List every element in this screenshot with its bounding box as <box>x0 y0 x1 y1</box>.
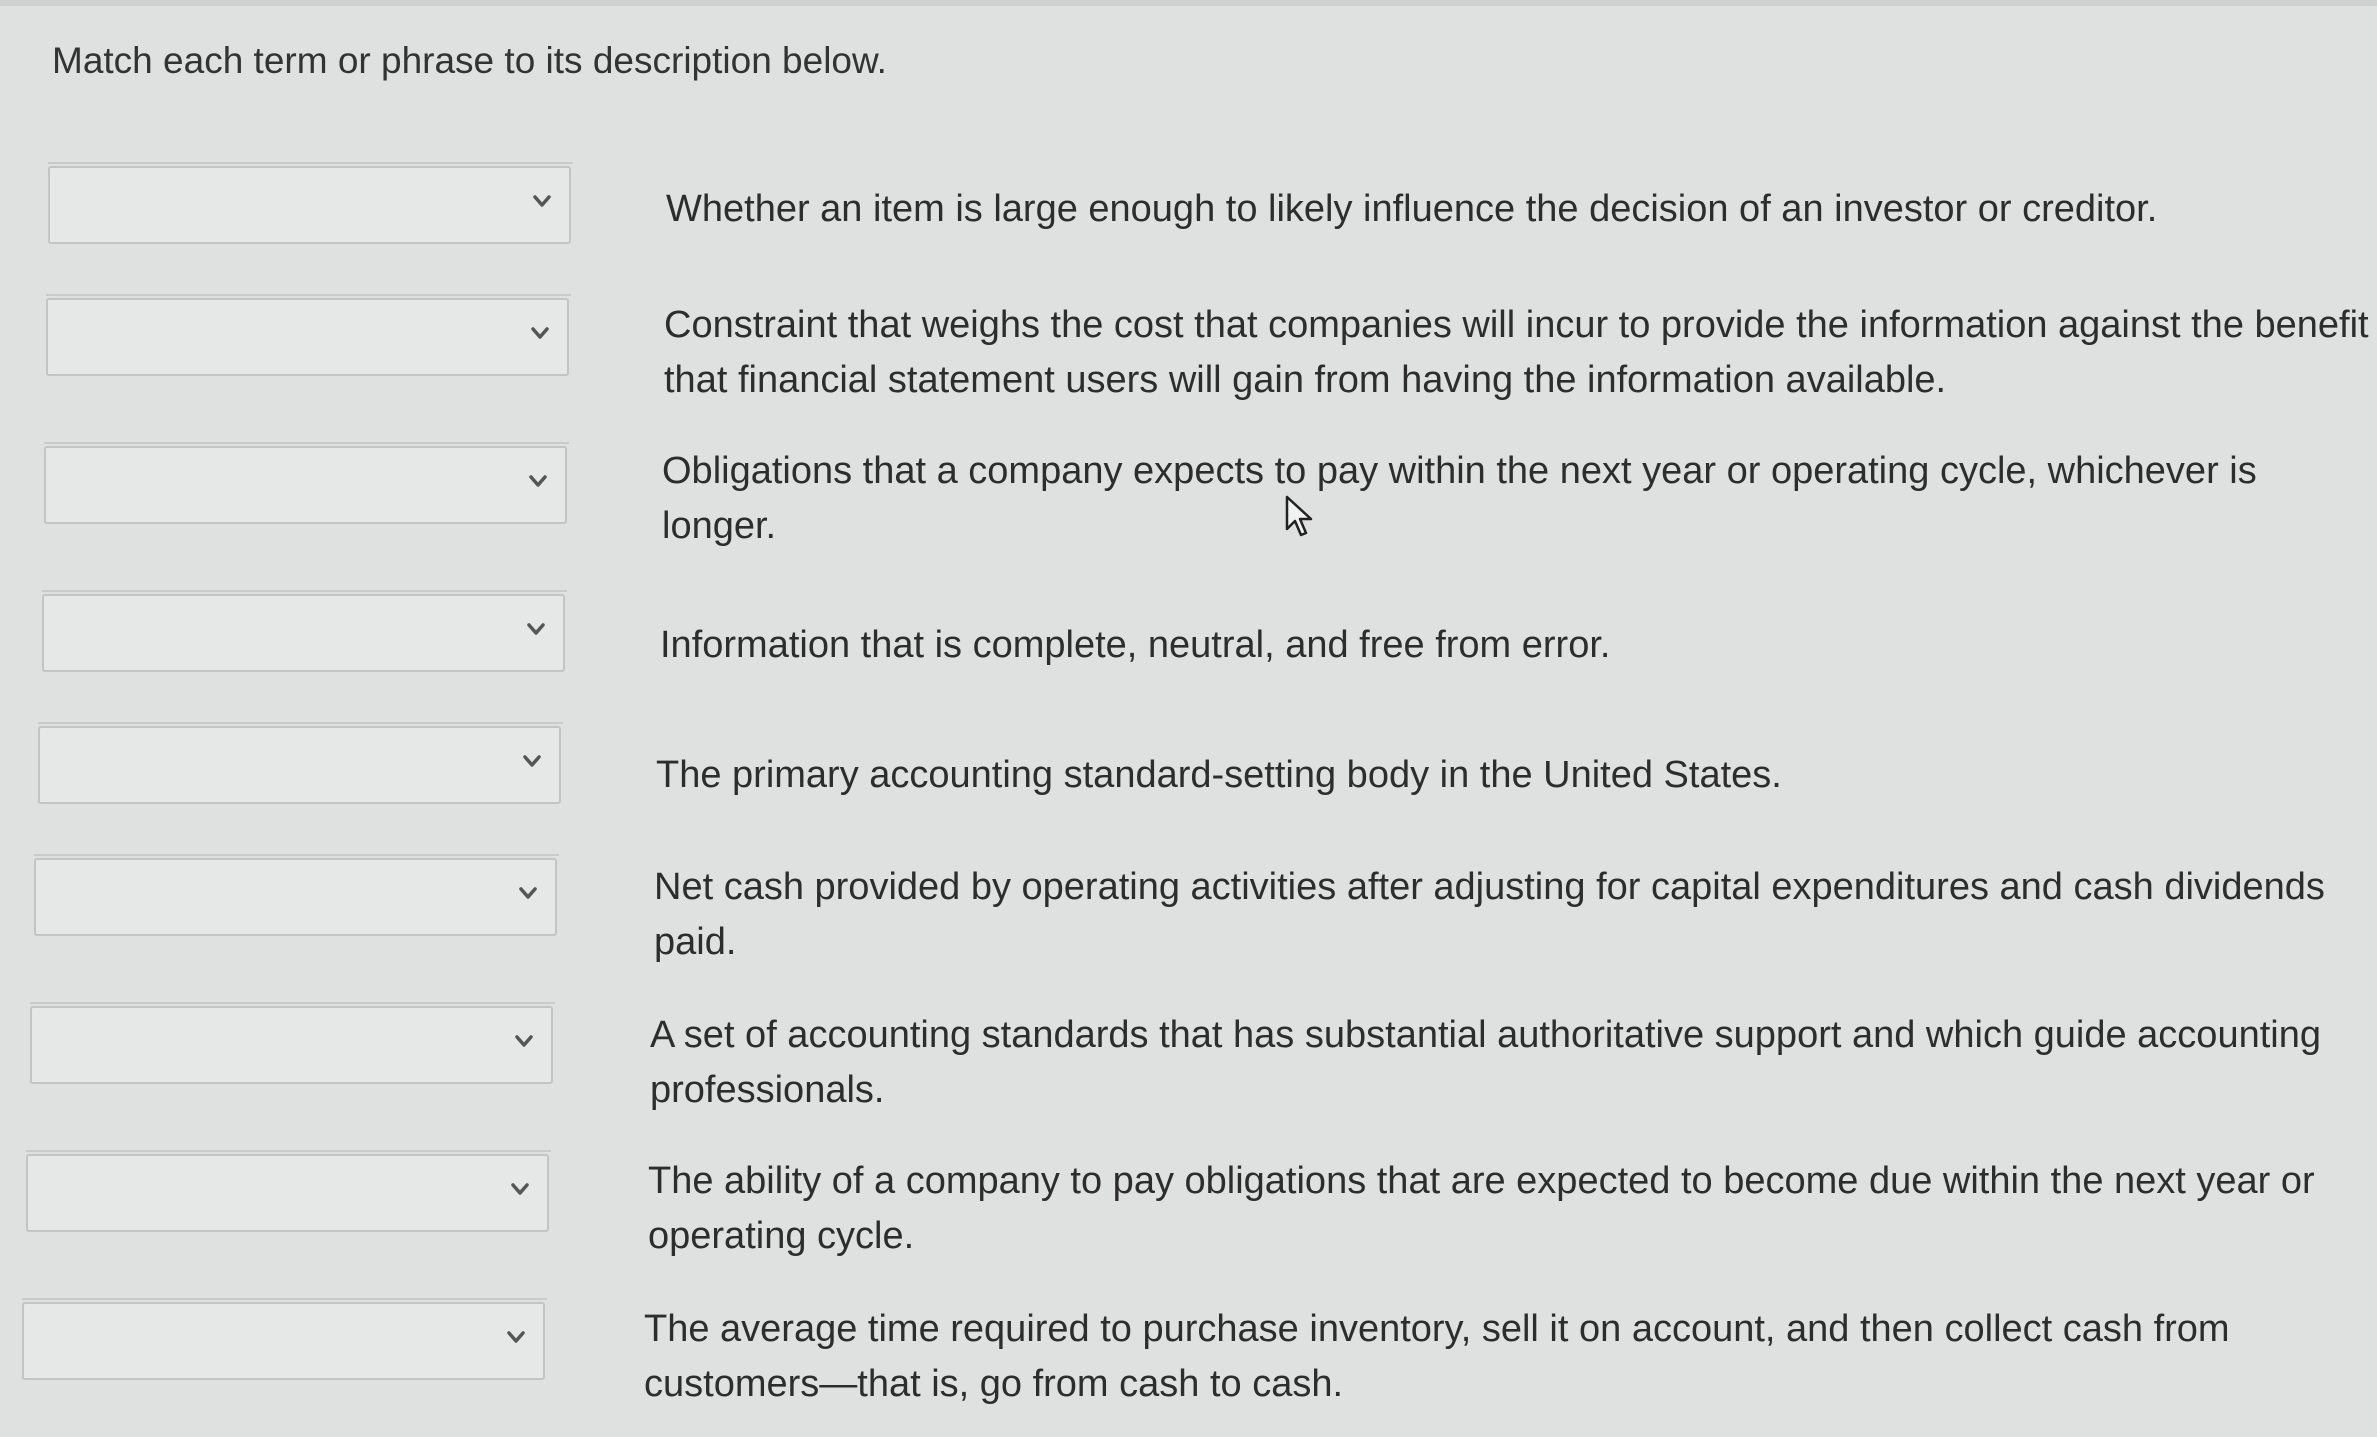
match-row: The average time required to purchase in… <box>0 1256 2377 1405</box>
row-divider <box>48 162 573 164</box>
answer-dropdown[interactable] <box>22 1302 545 1380</box>
match-list: Whether an item is large enough to likel… <box>0 0 2377 1437</box>
match-description: Obligations that a company expects to pa… <box>662 450 2257 547</box>
match-description: Net cash provided by operating activitie… <box>654 866 2325 963</box>
chevron-down-icon <box>515 880 541 906</box>
row-divider <box>34 854 559 856</box>
match-description: The average time required to purchase in… <box>644 1308 2230 1405</box>
answer-dropdown[interactable] <box>34 858 557 936</box>
match-row: The ability of a company to pay obligati… <box>0 1108 2377 1257</box>
row-divider <box>44 442 569 444</box>
match-description: The primary accounting standard-setting … <box>656 754 1782 796</box>
match-description: The ability of a company to pay obligati… <box>648 1160 2315 1257</box>
row-divider <box>22 1298 547 1300</box>
mouse-cursor-icon <box>1284 495 1314 539</box>
row-divider <box>30 1002 555 1004</box>
chevron-down-icon <box>507 1176 533 1202</box>
chevron-down-icon <box>529 188 555 214</box>
match-description: Whether an item is large enough to likel… <box>666 188 2158 230</box>
match-row: A set of accounting standards that has s… <box>0 960 2377 1111</box>
answer-dropdown[interactable] <box>48 166 571 244</box>
match-row: Constraint that weighs the cost that com… <box>0 252 2377 401</box>
row-divider <box>46 294 571 296</box>
row-divider <box>26 1150 551 1152</box>
row-divider <box>42 590 567 592</box>
match-row: Information that is complete, neutral, a… <box>0 548 2377 688</box>
answer-dropdown[interactable] <box>26 1154 549 1232</box>
chevron-down-icon <box>519 748 545 774</box>
chevron-down-icon <box>525 468 551 494</box>
match-row: Whether an item is large enough to likel… <box>0 120 2377 260</box>
chevron-down-icon <box>523 616 549 642</box>
chevron-down-icon <box>503 1324 529 1350</box>
row-divider <box>38 722 563 724</box>
match-description: A set of accounting standards that has s… <box>650 1014 2321 1111</box>
answer-dropdown[interactable] <box>38 726 561 804</box>
match-description: Constraint that weighs the cost that com… <box>664 304 2369 401</box>
chevron-down-icon <box>511 1028 537 1054</box>
answer-dropdown[interactable] <box>44 446 567 524</box>
chevron-down-icon <box>527 320 553 346</box>
answer-dropdown[interactable] <box>30 1006 553 1084</box>
match-row: The primary accounting standard-setting … <box>0 680 2377 820</box>
answer-dropdown[interactable] <box>46 298 569 376</box>
match-description: Information that is complete, neutral, a… <box>660 624 1611 666</box>
match-row: Net cash provided by operating activitie… <box>0 812 2377 963</box>
answer-dropdown[interactable] <box>42 594 565 672</box>
match-row: Obligations that a company expects to pa… <box>0 400 2377 547</box>
